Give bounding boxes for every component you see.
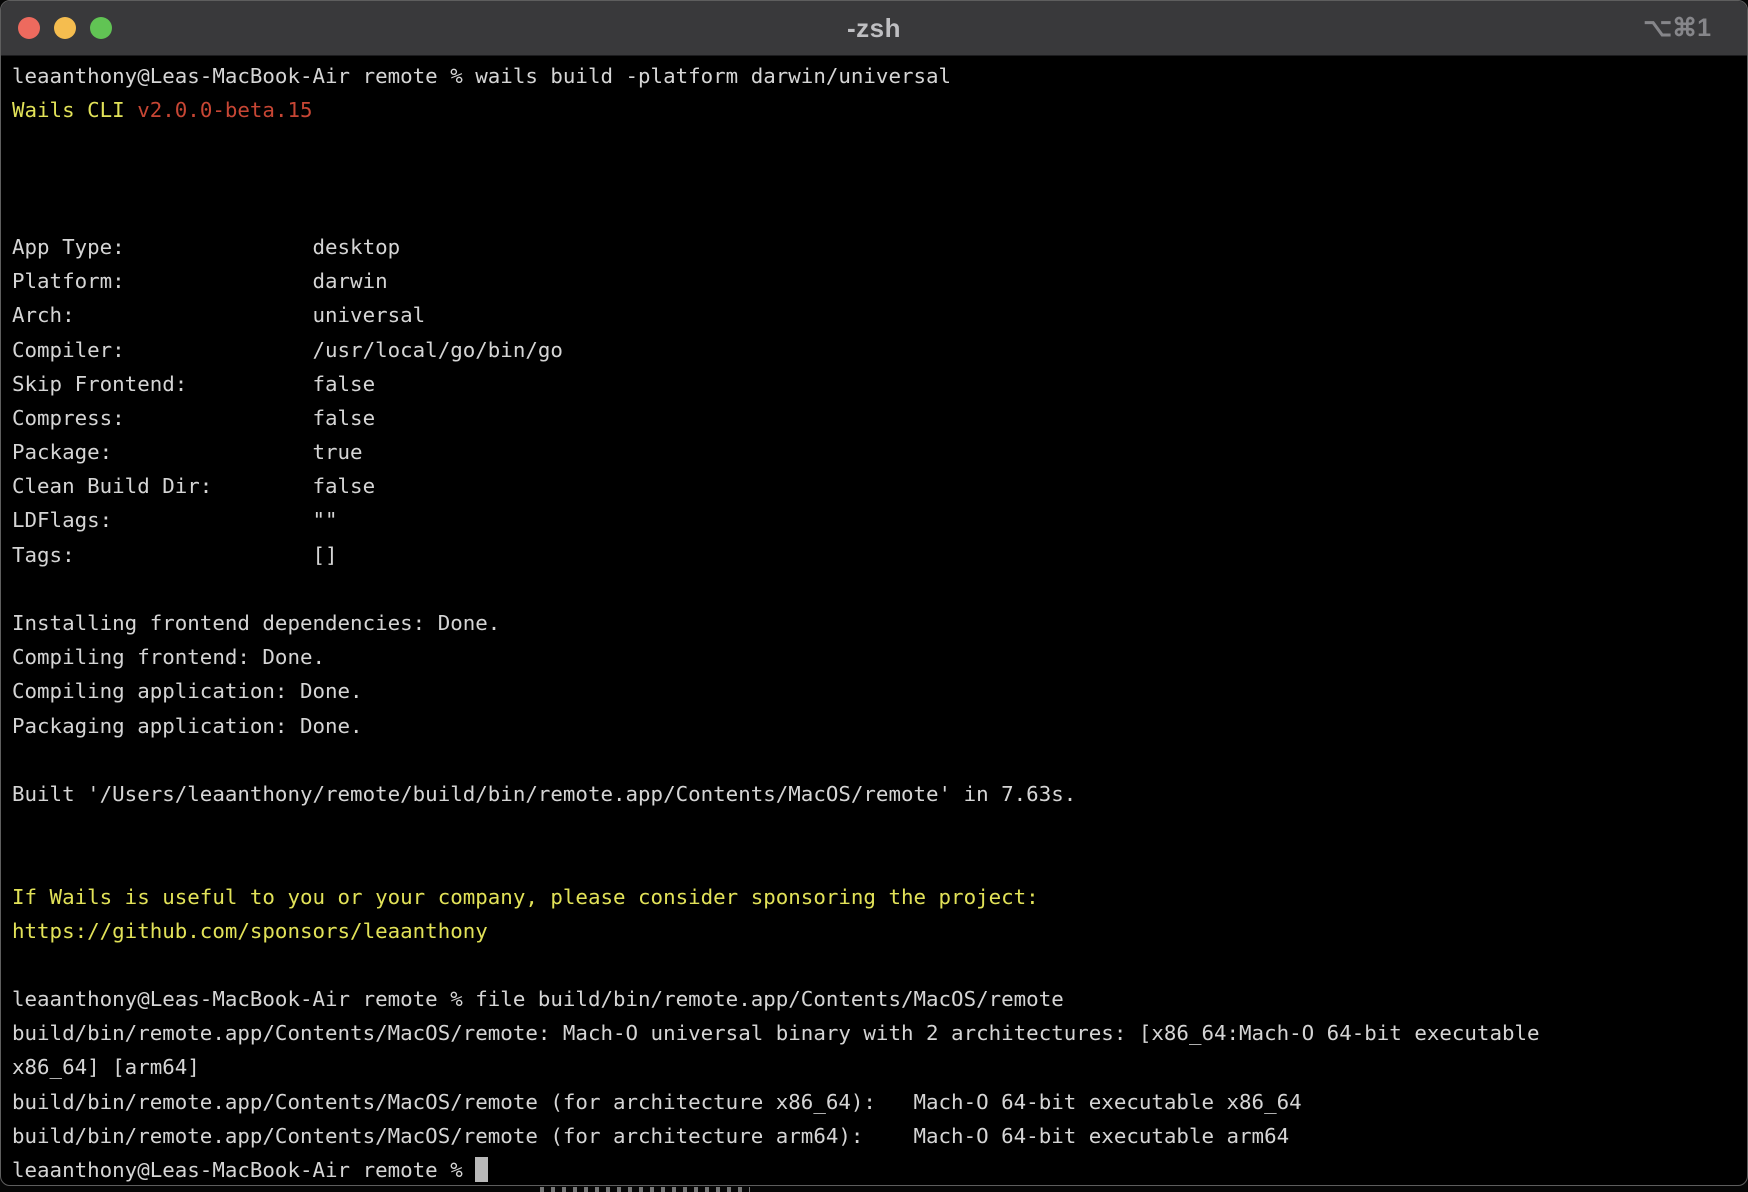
terminal-line: Packaging application: Done.	[12, 709, 1747, 743]
terminal-line: Platform: darwin	[12, 264, 1747, 298]
terminal-line: x86_64] [arm64]	[12, 1050, 1747, 1084]
titlebar[interactable]: -zsh ⌥⌘1	[1, 1, 1747, 56]
terminal-line	[12, 743, 1747, 777]
terminal-line	[12, 811, 1747, 845]
terminal-line: If Wails is useful to you or your compan…	[12, 880, 1747, 914]
terminal-line: LDFlags: ""	[12, 503, 1747, 537]
terminal-text: Skip Frontend: false	[12, 372, 375, 396]
occluded-background-content	[540, 1187, 750, 1192]
terminal-window: -zsh ⌥⌘1 leaanthony@Leas-MacBook-Air rem…	[0, 0, 1748, 1186]
terminal-line: build/bin/remote.app/Contents/MacOS/remo…	[12, 1016, 1747, 1050]
terminal-text: LDFlags: ""	[12, 508, 338, 532]
terminal-text: Clean Build Dir: false	[12, 474, 375, 498]
terminal-text: Compiling frontend: Done.	[12, 645, 325, 669]
terminal-cursor	[475, 1157, 488, 1182]
terminal-text: leaanthony@Leas-MacBook-Air remote %	[12, 1158, 475, 1182]
terminal-text: https://github.com/sponsors/leaanthony	[12, 919, 488, 943]
terminal-text: build/bin/remote.app/Contents/MacOS/remo…	[12, 1090, 1302, 1114]
terminal-line	[12, 127, 1747, 161]
terminal-text: build/bin/remote.app/Contents/MacOS/remo…	[12, 1124, 1289, 1148]
terminal-text: Installing frontend dependencies: Done.	[12, 611, 500, 635]
terminal-text: Package: true	[12, 440, 363, 464]
terminal-line: Compress: false	[12, 401, 1747, 435]
terminal-text: Compress: false	[12, 406, 375, 430]
terminal-line: leaanthony@Leas-MacBook-Air remote %	[12, 1153, 1747, 1186]
terminal-line: Built '/Users/leaanthony/remote/build/bi…	[12, 777, 1747, 811]
terminal-line: leaanthony@Leas-MacBook-Air remote % wai…	[12, 59, 1747, 93]
terminal-line	[12, 948, 1747, 982]
terminal-line: Clean Build Dir: false	[12, 469, 1747, 503]
terminal-line	[12, 162, 1747, 196]
terminal-line: Compiling frontend: Done.	[12, 640, 1747, 674]
terminal-line	[12, 845, 1747, 879]
terminal-line: Skip Frontend: false	[12, 367, 1747, 401]
window-shortcut-badge: ⌥⌘1	[1643, 1, 1711, 55]
terminal-line	[12, 196, 1747, 230]
terminal-text: If Wails is useful to you or your compan…	[12, 885, 1039, 909]
terminal-line: leaanthony@Leas-MacBook-Air remote % fil…	[12, 982, 1747, 1016]
terminal-line: Wails CLI v2.0.0-beta.15	[12, 93, 1747, 127]
terminal-line: Package: true	[12, 435, 1747, 469]
terminal-line: App Type: desktop	[12, 230, 1747, 264]
terminal-text: Arch: universal	[12, 303, 425, 327]
terminal-text: Tags: []	[12, 543, 338, 567]
terminal-line: build/bin/remote.app/Contents/MacOS/remo…	[12, 1085, 1747, 1119]
terminal-line: Arch: universal	[12, 298, 1747, 332]
terminal-text: v2.0.0-beta.15	[137, 98, 312, 122]
window-title: -zsh	[1, 1, 1747, 55]
terminal-text: leaanthony@Leas-MacBook-Air remote % fil…	[12, 987, 1064, 1011]
terminal-output[interactable]: leaanthony@Leas-MacBook-Air remote % wai…	[1, 56, 1747, 1186]
terminal-line: Compiling application: Done.	[12, 674, 1747, 708]
terminal-line: Installing frontend dependencies: Done.	[12, 606, 1747, 640]
terminal-line	[12, 572, 1747, 606]
terminal-text: build/bin/remote.app/Contents/MacOS/remo…	[12, 1021, 1540, 1045]
terminal-text: Compiler: /usr/local/go/bin/go	[12, 338, 563, 362]
terminal-text: Wails CLI	[12, 98, 137, 122]
terminal-text: Platform: darwin	[12, 269, 388, 293]
terminal-text: x86_64] [arm64]	[12, 1055, 200, 1079]
terminal-text: Compiling application: Done.	[12, 679, 363, 703]
terminal-line: Tags: []	[12, 538, 1747, 572]
terminal-text: leaanthony@Leas-MacBook-Air remote % wai…	[12, 64, 951, 88]
terminal-line: Compiler: /usr/local/go/bin/go	[12, 333, 1747, 367]
terminal-line: build/bin/remote.app/Contents/MacOS/remo…	[12, 1119, 1747, 1153]
terminal-text: App Type: desktop	[12, 235, 400, 259]
terminal-text: Built '/Users/leaanthony/remote/build/bi…	[12, 782, 1076, 806]
terminal-line: https://github.com/sponsors/leaanthony	[12, 914, 1747, 948]
terminal-text: Packaging application: Done.	[12, 714, 363, 738]
